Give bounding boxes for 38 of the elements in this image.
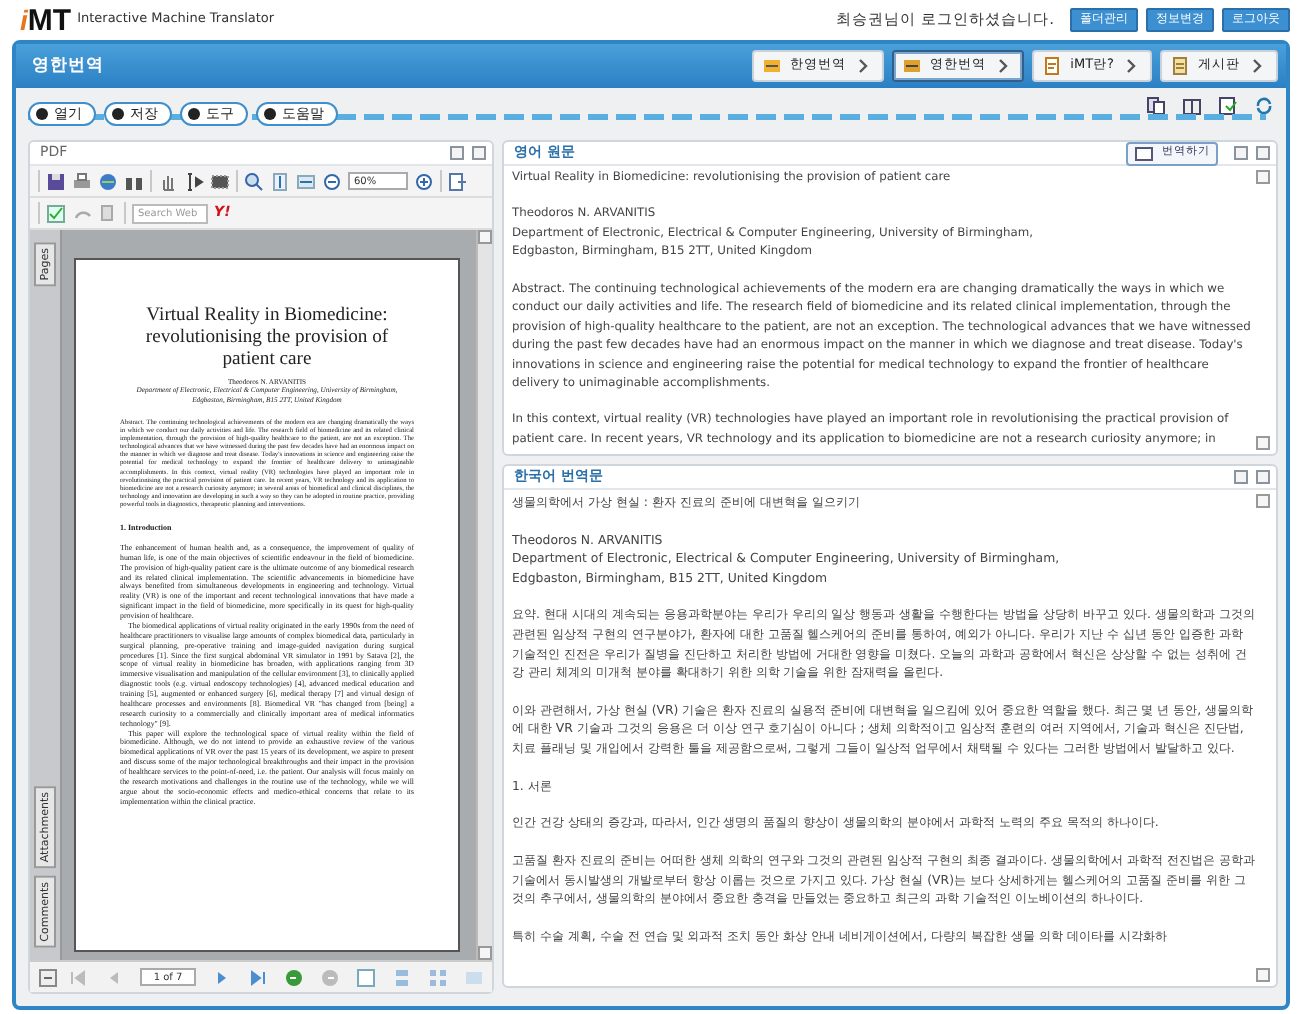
- zoom-icon[interactable]: [244, 171, 264, 191]
- collapse-icon[interactable]: [38, 967, 58, 987]
- nav-icon: [1042, 56, 1063, 76]
- scrollbar[interactable]: [1256, 494, 1272, 982]
- zoom-in-icon[interactable]: [414, 171, 434, 191]
- save-icon[interactable]: [46, 171, 66, 191]
- nav-icon: [1170, 56, 1190, 76]
- minimize-button[interactable]: [1234, 470, 1248, 484]
- scrollbar[interactable]: [1256, 170, 1272, 450]
- zoom-out-icon[interactable]: [322, 171, 342, 191]
- refresh-icon[interactable]: [1254, 96, 1274, 116]
- checklist-icon[interactable]: [46, 203, 66, 223]
- continuous-page-icon[interactable]: [392, 967, 412, 987]
- single-page-icon[interactable]: [356, 967, 376, 987]
- facing-pages-icon[interactable]: [428, 967, 448, 987]
- nav-icon: [902, 56, 923, 76]
- page-icon[interactable]: [1146, 96, 1166, 116]
- page-title: 영한번역: [32, 53, 104, 79]
- document-check-icon[interactable]: [1218, 96, 1238, 116]
- minimize-button[interactable]: [450, 146, 464, 160]
- maximize-button[interactable]: [472, 146, 486, 160]
- fit-height-icon[interactable]: [270, 171, 290, 191]
- fit-width-icon[interactable]: [296, 171, 316, 191]
- maximize-button[interactable]: [1256, 470, 1270, 484]
- scrollbar[interactable]: [476, 230, 492, 960]
- snapshot-icon[interactable]: [210, 171, 230, 191]
- text-cursor-icon[interactable]: [184, 171, 204, 191]
- logo: iMT: [20, 5, 72, 35]
- document-title: Virtual Reality in Biomedicine: revolutionising the provision of patient care: [143, 304, 391, 371]
- first-page-icon[interactable]: [68, 967, 88, 987]
- pages-icon[interactable]: [1182, 96, 1202, 116]
- last-page-icon[interactable]: [248, 967, 268, 987]
- minimize-button[interactable]: [1234, 146, 1248, 160]
- copy-icon[interactable]: [98, 203, 118, 223]
- print-icon[interactable]: [72, 171, 92, 191]
- nav-icon: [762, 56, 783, 76]
- translate-icon: [1134, 143, 1154, 163]
- maximize-button[interactable]: [1256, 146, 1270, 160]
